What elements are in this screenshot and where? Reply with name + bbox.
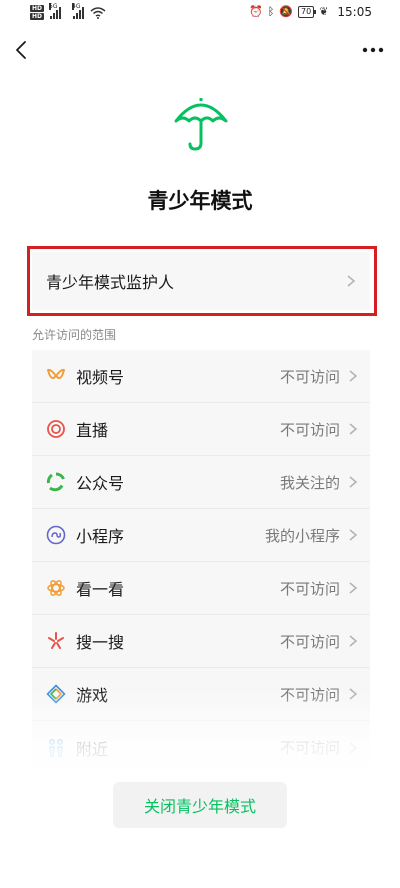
- close-teen-mode-button[interactable]: 关闭青少年模式: [113, 782, 287, 828]
- status-right: ⏰ ᛒ 🔕 70 ❦ 15:05: [249, 5, 372, 19]
- chevron-right-icon: [349, 476, 358, 488]
- alarm-icon: ⏰: [248, 5, 263, 18]
- item-name: 直播: [76, 421, 109, 440]
- item-value: 不可访问: [279, 632, 340, 651]
- page-title: 青少年模式: [147, 189, 253, 213]
- search-icon: [46, 631, 66, 651]
- mute-icon: 🔕: [279, 5, 293, 18]
- list-item-search[interactable]: 搜一搜 不可访问: [32, 615, 370, 668]
- item-value: 我的小程序: [264, 526, 340, 545]
- hd-badge-1: HD: [30, 5, 45, 12]
- bluetooth-icon: ᛒ: [267, 5, 275, 18]
- list-item-live[interactable]: 直播 不可访问: [32, 403, 370, 456]
- item-name: 小程序: [76, 527, 125, 546]
- chevron-right-icon: [349, 370, 358, 382]
- umbrella-icon: [174, 98, 228, 151]
- battery-icon: 70: [298, 6, 317, 18]
- chevron-right-icon: [349, 635, 358, 647]
- chevron-right-icon: [347, 275, 356, 287]
- channels-icon: [46, 366, 66, 386]
- chevron-right-icon: [349, 741, 358, 754]
- hd-indicators: HD HD: [30, 5, 45, 20]
- leaf-icon: ❦: [319, 5, 329, 18]
- more-dots-icon: [362, 47, 384, 53]
- list-item-official-accounts[interactable]: 公众号 我关注的: [32, 456, 370, 509]
- item-name: 看一看: [76, 580, 125, 599]
- mini-programs-icon: [46, 525, 66, 545]
- list-item-channels[interactable]: 视频号 不可访问: [32, 350, 370, 403]
- cellular-signal-icon-1: 5G: [49, 2, 62, 19]
- hd-badge-2: HD: [30, 13, 45, 20]
- access-scope-list: 视频号 不可访问 直播 不可访问 公众号 我关注的 小程序 我的小程序 看一看 …: [32, 350, 370, 774]
- item-value: 不可访问: [279, 420, 340, 439]
- chevron-right-icon: [349, 423, 358, 435]
- list-item-top-stories[interactable]: 看一看 不可访问: [32, 562, 370, 615]
- guardian-row[interactable]: 青少年模式监护人: [32, 252, 370, 310]
- wifi-icon: [90, 6, 106, 19]
- item-name: 搜一搜: [76, 633, 125, 652]
- clock: 15:05: [337, 5, 372, 19]
- list-item-mini-programs[interactable]: 小程序 我的小程序: [32, 509, 370, 562]
- network-type-2: 4G: [72, 2, 81, 10]
- list-item-games[interactable]: 游戏 不可访问: [32, 668, 370, 721]
- item-name: 公众号: [76, 474, 125, 493]
- network-type-1: 5G: [49, 2, 58, 10]
- chevron-left-icon: [16, 41, 26, 59]
- item-value: 不可访问: [279, 367, 340, 386]
- item-value: 我关注的: [279, 473, 340, 492]
- games-icon: [46, 684, 66, 704]
- more-options-button[interactable]: [360, 38, 386, 62]
- top-stories-icon: [46, 578, 66, 598]
- live-icon: [46, 419, 66, 439]
- guardian-label: 青少年模式监护人: [46, 273, 175, 292]
- status-left: HD HD 5G 4G: [30, 2, 106, 20]
- item-value: 不可访问: [279, 685, 340, 704]
- back-button[interactable]: [10, 36, 34, 64]
- chevron-right-icon: [349, 688, 358, 700]
- item-name: 附近: [76, 739, 109, 759]
- nearby-icon: [46, 738, 66, 758]
- section-label: 允许访问的范围: [32, 328, 117, 342]
- item-value: 不可访问: [279, 739, 340, 757]
- item-value: 不可访问: [279, 579, 340, 598]
- item-name: 视频号: [76, 368, 125, 387]
- item-name: 游戏: [76, 686, 109, 705]
- cellular-signal-icon-2: 4G: [72, 2, 85, 19]
- chevron-right-icon: [349, 529, 358, 541]
- list-item-nearby[interactable]: 附近 不可访问: [32, 721, 370, 774]
- official-accounts-icon: [46, 472, 66, 492]
- status-bar: HD HD 5G 4G ⏰ ᛒ 🔕 70 ❦ 15:05: [0, 0, 400, 28]
- chevron-right-icon: [349, 582, 358, 594]
